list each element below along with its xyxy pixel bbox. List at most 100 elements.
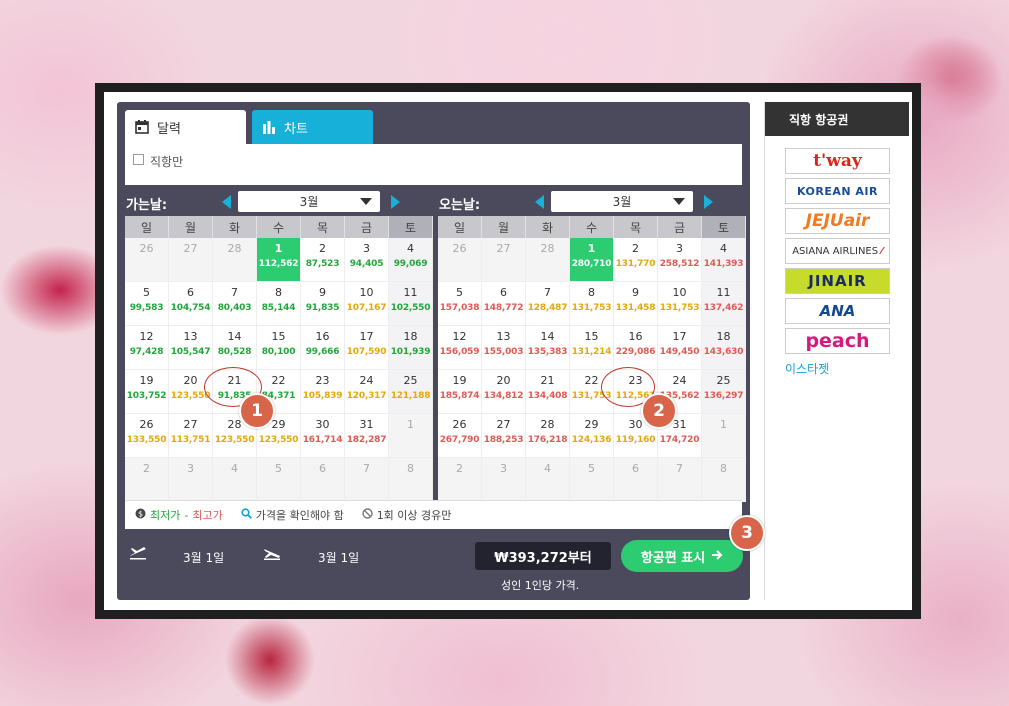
day-number: 15	[584, 330, 599, 343]
calendar-day[interactable]: 16 99,666	[301, 326, 345, 370]
day-number: 30	[315, 418, 330, 431]
day-number: 6	[632, 462, 639, 475]
calendar-day[interactable]: 4 99,069	[389, 238, 433, 282]
calendar-day[interactable]: 1 112,562	[257, 238, 301, 282]
calendar-day[interactable]: 23 105,839	[301, 370, 345, 414]
calendar-day[interactable]: 18 143,630	[702, 326, 746, 370]
calendar-day[interactable]: 14 80,528	[213, 326, 257, 370]
day-number: 5	[275, 462, 282, 475]
calendar-day[interactable]: 12 156,059	[438, 326, 482, 370]
return-calendar-grid: 일 월 화 수 목 금 토 26 27 28 1 280,710 2 131,770 3 258,512 4 14…	[438, 216, 746, 502]
calendar-day[interactable]: 19 103,752	[125, 370, 169, 414]
calendar-day[interactable]: 7 128,487	[526, 282, 570, 326]
calendar-day[interactable]: 30 161,714	[301, 414, 345, 458]
arrival-plane-icon	[263, 546, 281, 563]
calendar-day[interactable]: 3 258,512	[658, 238, 702, 282]
day-price: 137,462	[703, 303, 744, 313]
calendar-day[interactable]: 4 141,393	[702, 238, 746, 282]
calendar-day[interactable]: 18 101,939	[389, 326, 433, 370]
day-number: 27	[183, 418, 198, 431]
calendar-day[interactable]: 26 133,550	[125, 414, 169, 458]
day-price: 176,218	[527, 435, 568, 445]
show-flights-button[interactable]: 항공편 표시	[621, 540, 743, 572]
calendar-day[interactable]: 7 80,403	[213, 282, 257, 326]
calendar-day[interactable]: 2 131,770	[614, 238, 658, 282]
calendar-day[interactable]: 15 80,100	[257, 326, 301, 370]
calendar-day[interactable]: 8 131,753	[570, 282, 614, 326]
calendar-day[interactable]: 8 85,144	[257, 282, 301, 326]
calendar-day[interactable]: 6 148,772	[482, 282, 526, 326]
calendar-day[interactable]: 28 176,218	[526, 414, 570, 458]
calendar-day[interactable]: 11 102,550	[389, 282, 433, 326]
depart-month-select[interactable]: 3월	[238, 191, 380, 212]
calendar-day[interactable]: 29 124,136	[570, 414, 614, 458]
calendar-day[interactable]: 26 267,790	[438, 414, 482, 458]
calendar-day[interactable]: 17 149,450	[658, 326, 702, 370]
calendar-day[interactable]: 5 99,583	[125, 282, 169, 326]
tab-calendar-label: 달력	[157, 121, 181, 137]
calendar-day[interactable]: 1 280,710	[570, 238, 614, 282]
calendar-day[interactable]: 9 91,835	[301, 282, 345, 326]
day-price: 149,450	[659, 347, 700, 357]
return-label: 오는날:	[439, 198, 481, 213]
calendar-day[interactable]: 12 97,428	[125, 326, 169, 370]
direct-flights-sidebar: 직항 항공권 t'way KOREAN AIR JEJUair ASIANA A…	[764, 102, 909, 600]
depart-date: 3월 1일	[183, 551, 225, 565]
airline-link-eastar[interactable]: 이스타젯	[785, 360, 909, 377]
day-price: 102,550	[390, 303, 431, 313]
day-number: 4	[231, 462, 238, 475]
calendar-day[interactable]: 24 120,317	[345, 370, 389, 414]
tab-chart[interactable]: 차트	[252, 110, 373, 144]
day-number: 11	[403, 286, 418, 299]
calendar-day[interactable]: 10 131,753	[658, 282, 702, 326]
calendar-day[interactable]: 25 136,297	[702, 370, 746, 414]
calendar-day[interactable]: 11 137,462	[702, 282, 746, 326]
airline-logo-peach[interactable]: peach	[785, 328, 890, 354]
airline-logo-korean-air[interactable]: KOREAN AIR	[785, 178, 890, 204]
airline-logo-tway[interactable]: t'way	[785, 148, 890, 174]
calendar-day[interactable]: 6 104,754	[169, 282, 213, 326]
calendar-day-outside-month: 28	[526, 238, 570, 282]
price-from: ₩393,272부터	[475, 542, 611, 570]
screenshot-frame: 달력 차트 직항만 가는날: 3월 일 월 화 수 목 금 토 26 27 28…	[95, 83, 921, 619]
calendar-day[interactable]: 31 182,287	[345, 414, 389, 458]
tab-calendar[interactable]: 달력	[125, 110, 246, 144]
calendar-day[interactable]: 15 131,214	[570, 326, 614, 370]
day-number: 1	[587, 242, 596, 255]
price-note: 성인 1인당 가격.	[501, 579, 580, 592]
calendar-day[interactable]: 27 113,751	[169, 414, 213, 458]
calendar-day[interactable]: 21 134,408	[526, 370, 570, 414]
airline-logo-asiana[interactable]: ASIANA AIRLINES ⁄	[785, 238, 890, 264]
calendar-day[interactable]: 27 188,253	[482, 414, 526, 458]
calendar-day[interactable]: 3 94,405	[345, 238, 389, 282]
next-month-icon[interactable]	[704, 195, 713, 209]
calendar-day[interactable]: 25 121,188	[389, 370, 433, 414]
calendar-day[interactable]: 10 107,167	[345, 282, 389, 326]
prev-month-icon[interactable]	[222, 195, 231, 209]
day-number: 23	[315, 374, 330, 387]
legend-check-price-label: 가격을 확인해야 함	[255, 509, 344, 522]
airline-logo-jeju-air[interactable]: JEJUair	[785, 208, 890, 234]
calendar-day[interactable]: 14 135,383	[526, 326, 570, 370]
next-month-icon[interactable]	[391, 195, 400, 209]
day-price: 104,754	[170, 303, 211, 313]
calendar-day[interactable]: 20 134,812	[482, 370, 526, 414]
calendar-day[interactable]: 17 107,590	[345, 326, 389, 370]
calendar-day[interactable]: 13 105,547	[169, 326, 213, 370]
airline-logo-jin-air[interactable]: JINAIR	[785, 268, 890, 294]
calendar-day[interactable]: 19 185,874	[438, 370, 482, 414]
return-month-select[interactable]: 3월	[551, 191, 693, 212]
airline-logo-ana[interactable]: ANA	[785, 298, 890, 324]
annotation-marker-1: 1	[239, 393, 275, 429]
prev-month-icon[interactable]	[535, 195, 544, 209]
calendar-day[interactable]: 13 155,003	[482, 326, 526, 370]
day-price: 229,086	[615, 347, 656, 357]
calendar-day[interactable]: 9 131,458	[614, 282, 658, 326]
calendar-day[interactable]: 16 229,086	[614, 326, 658, 370]
airline-asiana-label: ASIANA AIRLINES	[792, 245, 879, 257]
calendar-day[interactable]: 5 157,038	[438, 282, 482, 326]
calendar-day-outside-month: 1	[702, 414, 746, 458]
day-price: 123,550	[214, 435, 255, 445]
calendar-day[interactable]: 2 87,523	[301, 238, 345, 282]
direct-only-checkbox[interactable]	[133, 154, 144, 165]
